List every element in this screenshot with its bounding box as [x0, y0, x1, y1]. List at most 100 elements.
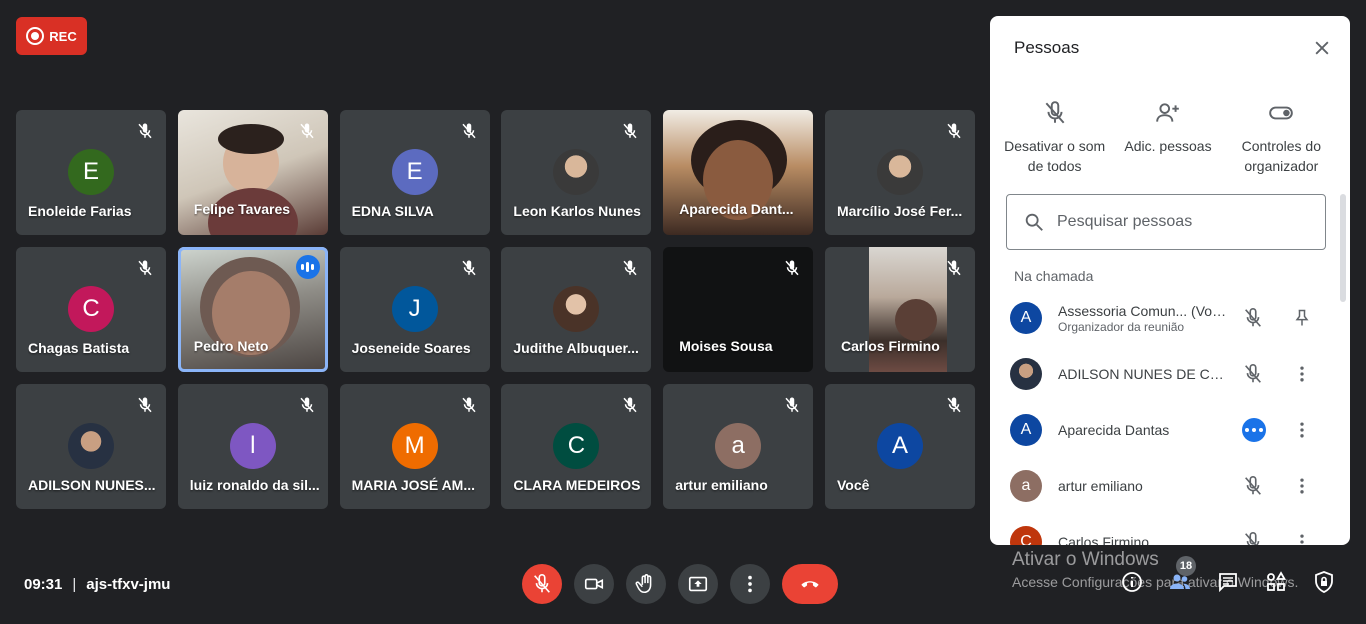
list-item[interactable]: C Carlos Firmino [1010, 514, 1330, 545]
add-people-label: Adic. pessoas [1124, 138, 1212, 154]
more-options-icon[interactable] [1292, 364, 1312, 384]
leave-call-button[interactable] [782, 564, 838, 604]
camera-toggle-button[interactable] [574, 564, 614, 604]
present-screen-button[interactable] [678, 564, 718, 604]
host-controls-button[interactable]: Controles do organizador [1225, 100, 1338, 176]
person-name: Aparecida Dantas [1058, 422, 1170, 438]
mic-off-icon [138, 397, 152, 413]
avatar: M [391, 423, 438, 469]
mic-off-icon [462, 397, 476, 413]
participant-tile[interactable]: a artur emiliano [663, 384, 814, 509]
avatar: a [1010, 470, 1042, 502]
participant-tile-video[interactable]: Carlos Firmino [824, 247, 975, 372]
participant-name: Moises Sousa [679, 338, 773, 354]
people-button[interactable]: 18 [1168, 556, 1196, 594]
panel-scrollbar[interactable] [1340, 194, 1346, 302]
person-name: Carlos Firmino [1058, 534, 1150, 545]
activities-button[interactable] [1264, 570, 1288, 594]
more-options-button[interactable] [730, 564, 770, 604]
participant-tile-video-speaking[interactable]: Pedro Neto [177, 247, 328, 372]
people-panel: Pessoas Desativar o som de todos Adic. p… [990, 16, 1350, 545]
more-options-icon[interactable] [1292, 420, 1312, 440]
mic-off-icon [623, 260, 637, 276]
mic-off-icon[interactable] [1242, 531, 1264, 545]
avatar: l [229, 423, 276, 469]
video-camera-icon [584, 578, 604, 590]
participant-tile[interactable]: M MARIA JOSÉ AM... [339, 384, 490, 509]
avatar-photo [68, 423, 114, 469]
participant-name: Carlos Firmino [840, 338, 940, 354]
participant-tile[interactable]: E Enoleide Farias [16, 110, 166, 235]
list-item[interactable]: a artur emiliano [1010, 458, 1330, 514]
participant-tile-video[interactable]: Aparecida Dant... [663, 110, 814, 235]
panel-actions: Desativar o som de todos Adic. pessoas C… [998, 100, 1338, 176]
recording-indicator: REC [16, 17, 87, 55]
speaking-indicator-icon [1242, 418, 1266, 442]
participant-tile[interactable]: J Joseneide Soares [339, 247, 490, 372]
mic-off-icon [785, 397, 799, 413]
avatar: A [876, 423, 923, 469]
pin-icon[interactable] [1292, 308, 1312, 328]
meeting-code[interactable]: ajs-tfxv-jmu [86, 576, 170, 593]
in-call-section-label: Na chamada [1014, 268, 1094, 284]
mic-off-icon [947, 260, 961, 276]
participant-tile-video[interactable]: Felipe Tavares [177, 110, 328, 235]
list-item[interactable]: ADILSON NUNES DE CAR... [1010, 346, 1330, 402]
participant-tile-video[interactable]: Moises Sousa [663, 247, 814, 372]
mic-toggle-button[interactable] [522, 564, 562, 604]
participant-name: MARIA JOSÉ AM... [351, 477, 476, 493]
participant-tile[interactable]: C CLARA MEDEIROS [501, 384, 652, 509]
participant-name: Joseneide Soares [351, 340, 471, 356]
participant-tile[interactable]: C Chagas Batista [16, 247, 166, 372]
participant-name: Chagas Batista [28, 340, 130, 356]
recording-label: REC [49, 28, 77, 44]
participant-tile[interactable]: Judithe Albuquer... [501, 247, 652, 372]
participant-name: Enoleide Farias [28, 203, 132, 219]
people-count-badge: 18 [1176, 556, 1196, 576]
participant-tile[interactable]: ADILSON NUNES... [16, 384, 166, 509]
avatar-photo [553, 149, 600, 195]
participant-grid: E Enoleide Farias Felipe Tavares E EDNA … [16, 110, 975, 509]
shield-lock-icon [1315, 571, 1333, 593]
hang-up-icon [801, 581, 819, 588]
list-item[interactable]: A Aparecida Dantas [1010, 402, 1330, 458]
participant-tile[interactable]: Marcílio José Fer... [824, 110, 975, 235]
mute-all-button[interactable]: Desativar o som de todos [998, 100, 1111, 176]
more-options-icon[interactable] [1292, 476, 1312, 496]
avatar-photo [553, 286, 600, 332]
participant-name: Leon Karlos Nunes [513, 203, 641, 219]
avatar-photo [1010, 358, 1042, 390]
participant-tile[interactable]: l luiz ronaldo da sil... [177, 384, 328, 509]
search-people-input[interactable]: Pesquisar pessoas [1006, 194, 1326, 250]
raise-hand-button[interactable] [626, 564, 666, 604]
present-icon [688, 576, 708, 592]
avatar: J [391, 286, 438, 332]
meeting-details-button[interactable] [1120, 570, 1144, 594]
more-options-icon[interactable] [1292, 532, 1312, 545]
participant-name: EDNA SILVA [351, 203, 434, 219]
mic-off-icon [462, 123, 476, 139]
participant-tile[interactable]: Leon Karlos Nunes [501, 110, 652, 235]
host-controls-label: Controles do organizador [1241, 138, 1322, 174]
participant-name: luiz ronaldo da sil... [189, 477, 320, 493]
mic-off-icon [623, 123, 637, 139]
add-people-button[interactable]: Adic. pessoas [1111, 100, 1224, 176]
people-list: A Assessoria Comun... (Você) Organizador… [1010, 290, 1330, 545]
self-tile[interactable]: A Você [824, 384, 975, 509]
host-controls-toggle-button[interactable] [1312, 570, 1336, 594]
chat-button[interactable] [1216, 570, 1240, 594]
info-icon [1122, 572, 1142, 592]
mic-off-icon[interactable] [1242, 363, 1264, 385]
avatar: C [68, 286, 114, 332]
watermark-title: Ativar o Windows [1012, 549, 1159, 570]
more-options-icon [748, 575, 752, 593]
mic-off-icon[interactable] [1242, 475, 1264, 497]
mic-off-icon[interactable] [1242, 307, 1264, 329]
mic-off-icon [534, 574, 550, 593]
close-icon[interactable] [1312, 38, 1332, 58]
list-item[interactable]: A Assessoria Comun... (Você) Organizador… [1010, 290, 1330, 346]
avatar: E [68, 149, 114, 195]
mic-off-icon [138, 260, 152, 276]
participant-tile[interactable]: E EDNA SILVA [339, 110, 490, 235]
call-controls [522, 564, 838, 604]
